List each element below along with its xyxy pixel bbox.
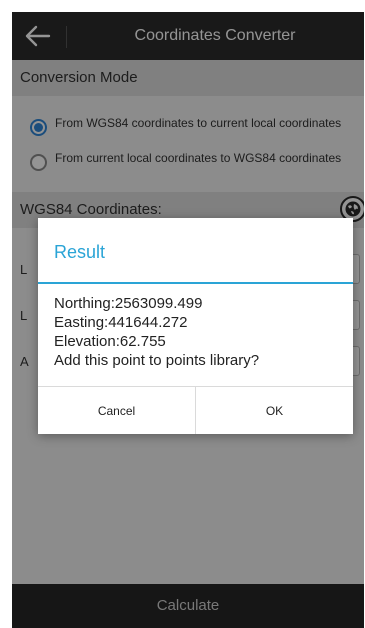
dialog-buttons: Cancel OK bbox=[38, 386, 353, 434]
dialog-title-divider bbox=[38, 282, 353, 284]
northing-text: Northing:2563099.499 bbox=[54, 295, 203, 312]
elevation-text: Elevation:62.755 bbox=[54, 333, 166, 350]
ok-button[interactable]: OK bbox=[195, 387, 353, 434]
dialog-title: Result bbox=[54, 242, 106, 262]
app-screen: Coordinates Converter Conversion Mode Fr… bbox=[12, 12, 364, 628]
cancel-button[interactable]: Cancel bbox=[38, 387, 195, 434]
easting-text: Easting:441644.272 bbox=[54, 314, 188, 331]
add-point-prompt: Add this point to points library? bbox=[54, 352, 260, 369]
dialog-message: Northing:2563099.499 Easting:441644.272 … bbox=[54, 294, 259, 370]
result-dialog: Result Northing:2563099.499 Easting:4416… bbox=[38, 218, 353, 434]
